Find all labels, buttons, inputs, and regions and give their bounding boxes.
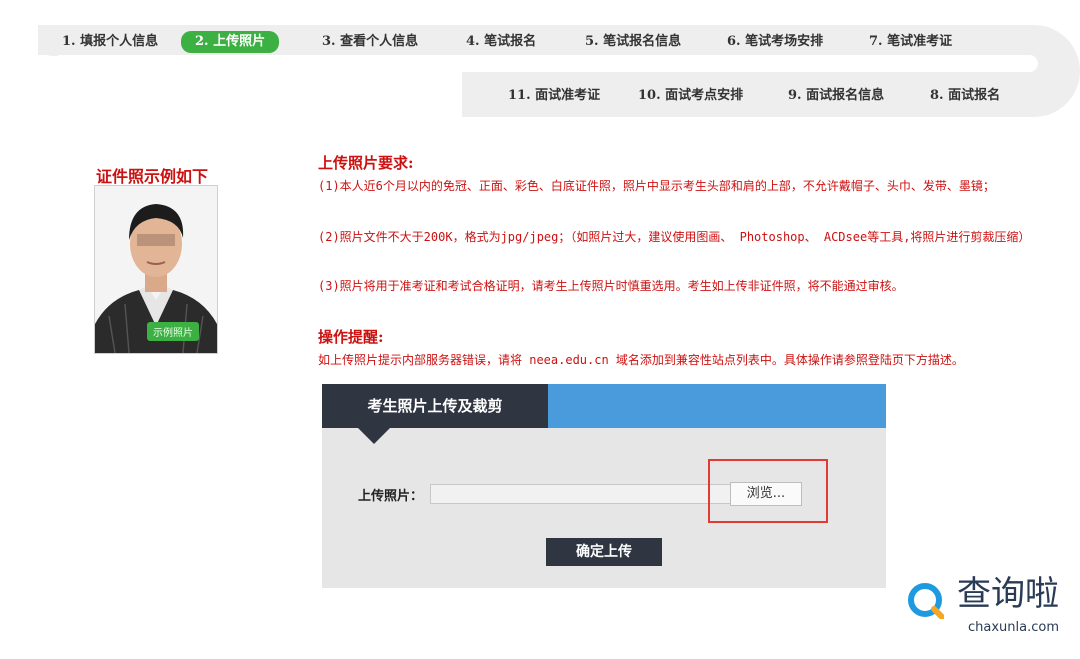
- upload-crop-tab[interactable]: 考生照片上传及裁剪: [322, 384, 548, 428]
- tip-title: 操作提醒:: [318, 328, 384, 346]
- step-track-mask: [0, 71, 462, 121]
- requirement-item-3: (3)照片将用于准考证和考试合格证明，请考生上传照片时慎重选用。考生如上传非证件…: [318, 279, 904, 293]
- step-1-fill-info[interactable]: 1. 填报个人信息: [62, 33, 158, 51]
- step-8-interview-signup[interactable]: 8. 面试报名: [930, 87, 1000, 105]
- step-9-interview-signup-info[interactable]: 9. 面试报名信息: [788, 87, 884, 105]
- photo-upload-panel: 考生照片上传及裁剪 上传照片： 浏览... 确定上传: [322, 384, 886, 588]
- upload-photo-label: 上传照片：: [358, 489, 424, 504]
- step-track-gap: [38, 55, 1038, 72]
- step-10-interview-site[interactable]: 10. 面试考点安排: [638, 87, 743, 105]
- step-6-written-room[interactable]: 6. 笔试考场安排: [727, 33, 823, 51]
- step-7-written-ticket[interactable]: 7. 笔试准考证: [869, 33, 952, 51]
- file-path-input[interactable]: [430, 484, 740, 504]
- tab-pointer: [358, 428, 390, 444]
- sample-photo: 示例照片: [94, 185, 218, 354]
- step-3-view-info[interactable]: 3. 查看个人信息: [322, 33, 418, 51]
- step-2-upload-photo[interactable]: 2. 上传照片: [181, 31, 280, 53]
- confirm-upload-button[interactable]: 确定上传: [546, 538, 662, 566]
- watermark-brand: 查询啦: [957, 574, 1059, 614]
- step-11-interview-ticket[interactable]: 11. 面试准考证: [508, 87, 600, 105]
- requirements-title: 上传照片要求:: [318, 154, 414, 172]
- step-5-written-signup-info[interactable]: 5. 笔试报名信息: [585, 33, 681, 51]
- browse-highlight-box: [708, 459, 828, 523]
- sample-photo-label: 示例照片: [147, 322, 199, 341]
- tip-text: 如上传照片提示内部服务器错误，请将 neea.edu.cn 域名添加到兼容性站点…: [318, 353, 964, 367]
- magnifier-logo-icon: [908, 583, 944, 619]
- requirement-item-2: (2)照片文件不大于200K，格式为jpg/jpeg；（如照片过大，建议使用图画…: [318, 230, 1031, 244]
- watermark-domain: chaxunla.com: [968, 620, 1059, 635]
- requirement-item-1: (1)本人近6个月以内的免冠、正面、彩色、白底证件照，照片中显示考生头部和肩的上…: [318, 179, 995, 193]
- sample-photo-title: 证件照示例如下: [96, 167, 209, 186]
- step-4-written-signup[interactable]: 4. 笔试报名: [466, 33, 536, 51]
